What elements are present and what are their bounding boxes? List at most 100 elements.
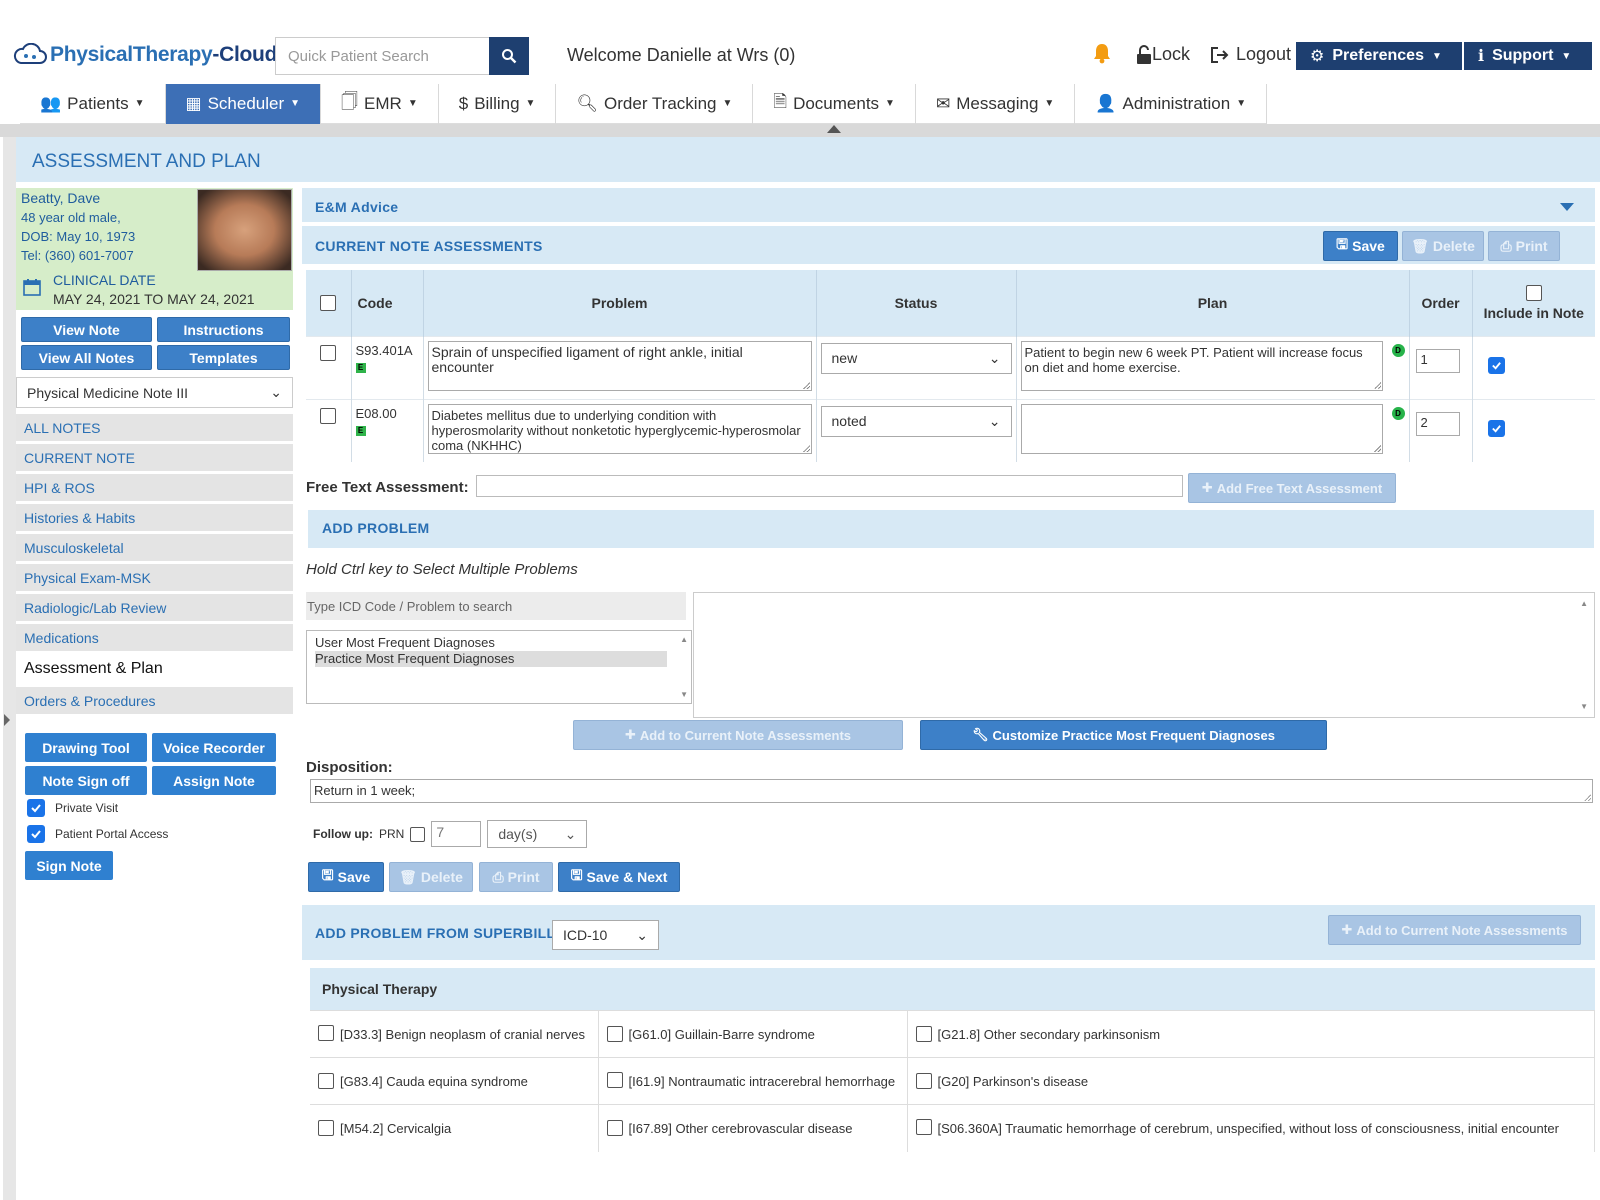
quick-patient-search-input[interactable]: Quick Patient Search: [275, 37, 489, 75]
diagnosis-checkbox[interactable]: [606, 1026, 623, 1042]
print-button[interactable]: ⎙ Print: [479, 862, 553, 892]
logout-button[interactable]: Logout: [1210, 44, 1291, 65]
sidebar-item-musculoskeletal[interactable]: Musculoskeletal: [16, 534, 293, 561]
follow-up-number-input[interactable]: 7: [431, 821, 482, 847]
sidebar-item-all-notes[interactable]: ALL NOTES: [16, 414, 293, 441]
note-type-select[interactable]: Physical Medicine Note III ⌄: [16, 377, 293, 408]
save-next-button[interactable]: 🖫 Save & Next: [558, 862, 680, 892]
disposition-label: Disposition:: [306, 759, 393, 776]
code-set-select[interactable]: ICD-10 ⌄: [552, 920, 659, 950]
sign-out-icon: [1211, 46, 1229, 63]
status-select[interactable]: new ⌄: [820, 342, 1012, 374]
expand-sidebar-icon[interactable]: [4, 714, 10, 726]
plan-textarea[interactable]: [1020, 403, 1383, 454]
diagnosis-checkbox[interactable]: [606, 1071, 623, 1088]
sidebar-item-radiologic[interactable]: Radiologic/Lab Review: [16, 594, 293, 621]
save-button[interactable]: 🖫 Save: [308, 862, 384, 892]
assign-note-button[interactable]: Assign Note: [152, 766, 276, 795]
sidebar-item-medications[interactable]: Medications: [16, 624, 293, 651]
order-input[interactable]: 1: [1415, 348, 1460, 373]
private-visit-checkbox[interactable]: [27, 799, 45, 817]
diagnosis-checkbox[interactable]: [318, 1024, 334, 1041]
problem-textarea[interactable]: Sprain of unspecified ligament of right …: [427, 340, 812, 391]
list-item[interactable]: Practice Most Frequent Diagnoses: [315, 651, 667, 667]
view-note-button[interactable]: View Note: [21, 317, 152, 342]
delete-button[interactable]: 🗑 Delete: [389, 862, 473, 892]
frequent-diagnoses-list[interactable]: User Most Frequent Diagnoses Practice Mo…: [306, 630, 692, 704]
superbill-add-button[interactable]: ✚ Add to Current Note Assessments: [1328, 915, 1581, 945]
lock-button[interactable]: Lock: [1136, 44, 1190, 65]
app-logo[interactable]: PhysicalTherapy-Cloud: [12, 40, 277, 70]
view-all-notes-button[interactable]: View All Notes: [21, 345, 152, 370]
row-checkbox[interactable]: [320, 407, 337, 424]
assessments-delete-button[interactable]: 🗑 Delete: [1402, 231, 1484, 261]
assessments-save-button[interactable]: 🖫 Save: [1323, 231, 1398, 261]
plan-d-badge[interactable]: D: [1391, 406, 1405, 420]
free-text-input[interactable]: [476, 475, 1183, 497]
problem-textarea[interactable]: Diabetes mellitus due to underlying cond…: [427, 403, 812, 454]
diagnosis-checkbox[interactable]: [915, 1073, 932, 1089]
diagnosis-checkbox[interactable]: [318, 1073, 334, 1089]
nav-patients[interactable]: 👥 Patients ▼: [20, 83, 166, 124]
add-free-text-button[interactable]: ✚ Add Free Text Assessment: [1188, 473, 1396, 503]
nav-documents[interactable]: 🗎 Documents ▼: [753, 83, 916, 124]
notifications-bell-icon[interactable]: [1092, 42, 1112, 67]
add-problem-header: [308, 510, 1594, 548]
plan-textarea[interactable]: Patient to begin new 6 week PT. Patient …: [1020, 340, 1383, 391]
sidebar-item-histories[interactable]: Histories & Habits: [16, 504, 293, 531]
col-order: Order: [1409, 270, 1473, 336]
assessments-print-button[interactable]: ⎙ Print: [1488, 231, 1560, 261]
voice-recorder-button[interactable]: Voice Recorder: [152, 733, 276, 762]
nav-scheduler[interactable]: ▦ Scheduler ▼: [165, 83, 322, 124]
sidebar-item-physical-exam[interactable]: Physical Exam-MSK: [16, 564, 293, 591]
follow-up-unit-select[interactable]: day(s) ⌄: [487, 820, 588, 848]
nav-messaging[interactable]: ✉ Messaging ▼: [916, 83, 1076, 124]
drawing-tool-button[interactable]: Drawing Tool: [25, 733, 147, 762]
disposition-textarea[interactable]: Return in 1 week;: [310, 779, 1593, 803]
diagnosis-checkbox[interactable]: [915, 1026, 932, 1042]
customize-frequent-diagnoses-button[interactable]: 🔧︎ Customize Practice Most Frequent Diagn…: [920, 720, 1327, 750]
list-item[interactable]: User Most Frequent Diagnoses: [315, 635, 683, 651]
row-checkbox[interactable]: [320, 344, 337, 361]
plan-d-badge[interactable]: D: [1391, 343, 1405, 357]
problem-results-list[interactable]: ▲ ▼: [693, 592, 1595, 718]
patient-portal-checkbox[interactable]: [27, 825, 45, 843]
include-in-note-checkbox[interactable]: [1487, 419, 1505, 437]
support-menu-button[interactable]: ℹ Support ▼: [1464, 42, 1592, 70]
patient-dob: DOB: May 10, 1973: [21, 229, 136, 244]
diagnosis-checkbox[interactable]: [318, 1120, 334, 1137]
include-all-checkbox[interactable]: [1525, 284, 1542, 301]
sidebar-item-hpi-ros[interactable]: HPI & ROS: [16, 474, 293, 501]
order-input[interactable]: 2: [1415, 411, 1460, 436]
scroll-up-icon[interactable]: ▲: [1580, 599, 1588, 608]
collapse-nav-icon[interactable]: [827, 125, 841, 133]
diagnosis-checkbox[interactable]: [915, 1118, 932, 1135]
follow-up-row: Follow up: PRN 7 day(s) ⌄: [313, 820, 588, 848]
sidebar-item-orders[interactable]: Orders & Procedures: [16, 687, 293, 714]
sidebar-item-current-note[interactable]: CURRENT NOTE: [16, 444, 293, 471]
nav-administration[interactable]: 👤 Administration ▼: [1075, 83, 1268, 124]
scroll-down-icon[interactable]: ▼: [680, 690, 688, 699]
scroll-up-icon[interactable]: ▲: [680, 635, 688, 644]
note-sign-off-button[interactable]: Note Sign off: [25, 766, 147, 795]
expand-em-advice-icon[interactable]: [1560, 203, 1574, 211]
diagnosis-checkbox[interactable]: [606, 1120, 623, 1137]
prn-checkbox[interactable]: [410, 826, 426, 842]
nav-order-tracking[interactable]: 🔍︎ Order Tracking ▼: [556, 83, 754, 124]
preferences-menu-button[interactable]: ⚙ Preferences ▼: [1296, 42, 1462, 70]
templates-button[interactable]: Templates: [157, 345, 290, 370]
sidebar-item-assessment-plan[interactable]: Assessment & Plan: [16, 655, 293, 682]
search-button[interactable]: [489, 37, 529, 75]
status-select[interactable]: noted ⌄: [820, 405, 1012, 437]
icd-search-input[interactable]: Type ICD Code / Problem to search: [306, 592, 686, 620]
instructions-button[interactable]: Instructions: [157, 317, 290, 342]
nav-emr[interactable]: 🗍 EMR ▼: [321, 83, 439, 124]
nav-billing[interactable]: $ Billing ▼: [439, 83, 557, 124]
include-in-note-checkbox[interactable]: [1487, 356, 1505, 374]
select-all-checkbox[interactable]: [320, 294, 337, 311]
sign-note-button[interactable]: Sign Note: [25, 851, 113, 880]
add-to-current-assessments-button[interactable]: ✚ Add to Current Note Assessments: [573, 720, 903, 750]
em-advice-bar[interactable]: [302, 188, 1595, 222]
scroll-down-icon[interactable]: ▼: [1580, 702, 1588, 711]
patient-name[interactable]: Beatty, Dave: [21, 190, 100, 206]
